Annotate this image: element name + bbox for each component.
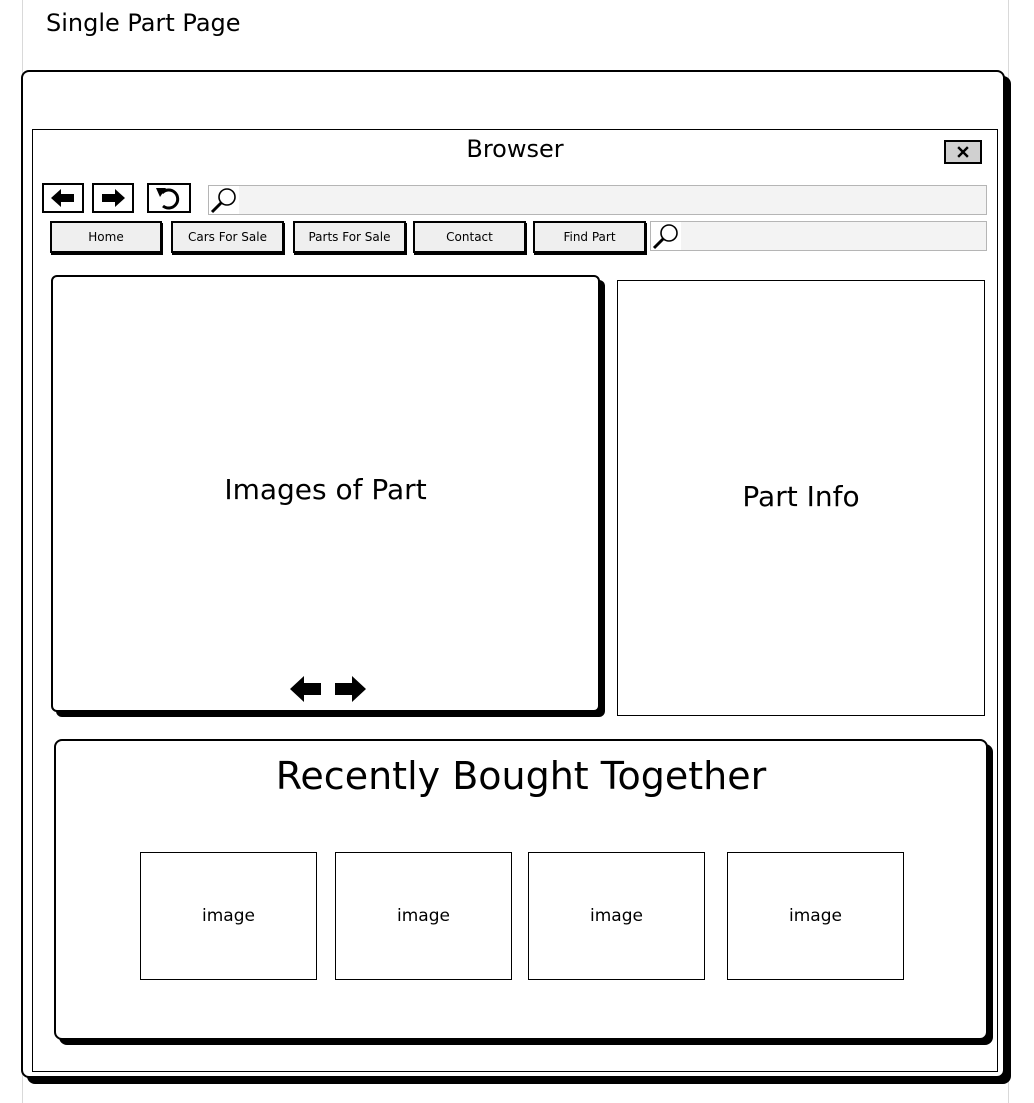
part-images-label: Images of Part <box>224 473 427 506</box>
browser-window: Browser Home Cars For Sale Parts For Sal… <box>32 129 998 1072</box>
recent-image-4[interactable]: image <box>727 852 904 980</box>
forward-button[interactable] <box>92 183 134 213</box>
recently-bought-title: Recently Bought Together <box>275 754 767 798</box>
site-search-input[interactable] <box>650 221 987 251</box>
page-right-rule <box>1008 0 1009 1103</box>
recent-image-2[interactable]: image <box>335 852 512 980</box>
close-button[interactable] <box>944 140 982 164</box>
part-info-label: Part Info <box>742 480 860 513</box>
site-search-icon <box>651 222 681 250</box>
menu-parts-for-sale[interactable]: Parts For Sale <box>293 221 406 253</box>
url-bar[interactable] <box>208 185 987 215</box>
previous-image-arrow-icon[interactable] <box>289 674 323 704</box>
part-info-panel: Part Info <box>617 280 985 716</box>
menu-cars-for-sale[interactable]: Cars For Sale <box>171 221 284 253</box>
refresh-button[interactable] <box>147 183 191 213</box>
browser-title: Browser <box>466 135 564 163</box>
back-button[interactable] <box>42 183 84 213</box>
menu-find-part[interactable]: Find Part <box>533 221 646 253</box>
recently-bought-panel: Recently Bought Together image image ima… <box>54 739 988 1040</box>
back-arrow-icon <box>51 189 74 207</box>
recent-image-1[interactable]: image <box>140 852 317 980</box>
menu-contact[interactable]: Contact <box>413 221 526 253</box>
search-icon <box>209 186 239 214</box>
refresh-icon <box>156 188 180 210</box>
part-images-panel: Images of Part <box>51 275 600 712</box>
page-title: Single Part Page <box>46 9 241 37</box>
recent-image-3[interactable]: image <box>528 852 705 980</box>
forward-arrow-icon <box>102 189 125 207</box>
close-icon <box>957 146 969 158</box>
next-image-arrow-icon[interactable] <box>333 674 367 704</box>
menu-home[interactable]: Home <box>50 221 162 253</box>
